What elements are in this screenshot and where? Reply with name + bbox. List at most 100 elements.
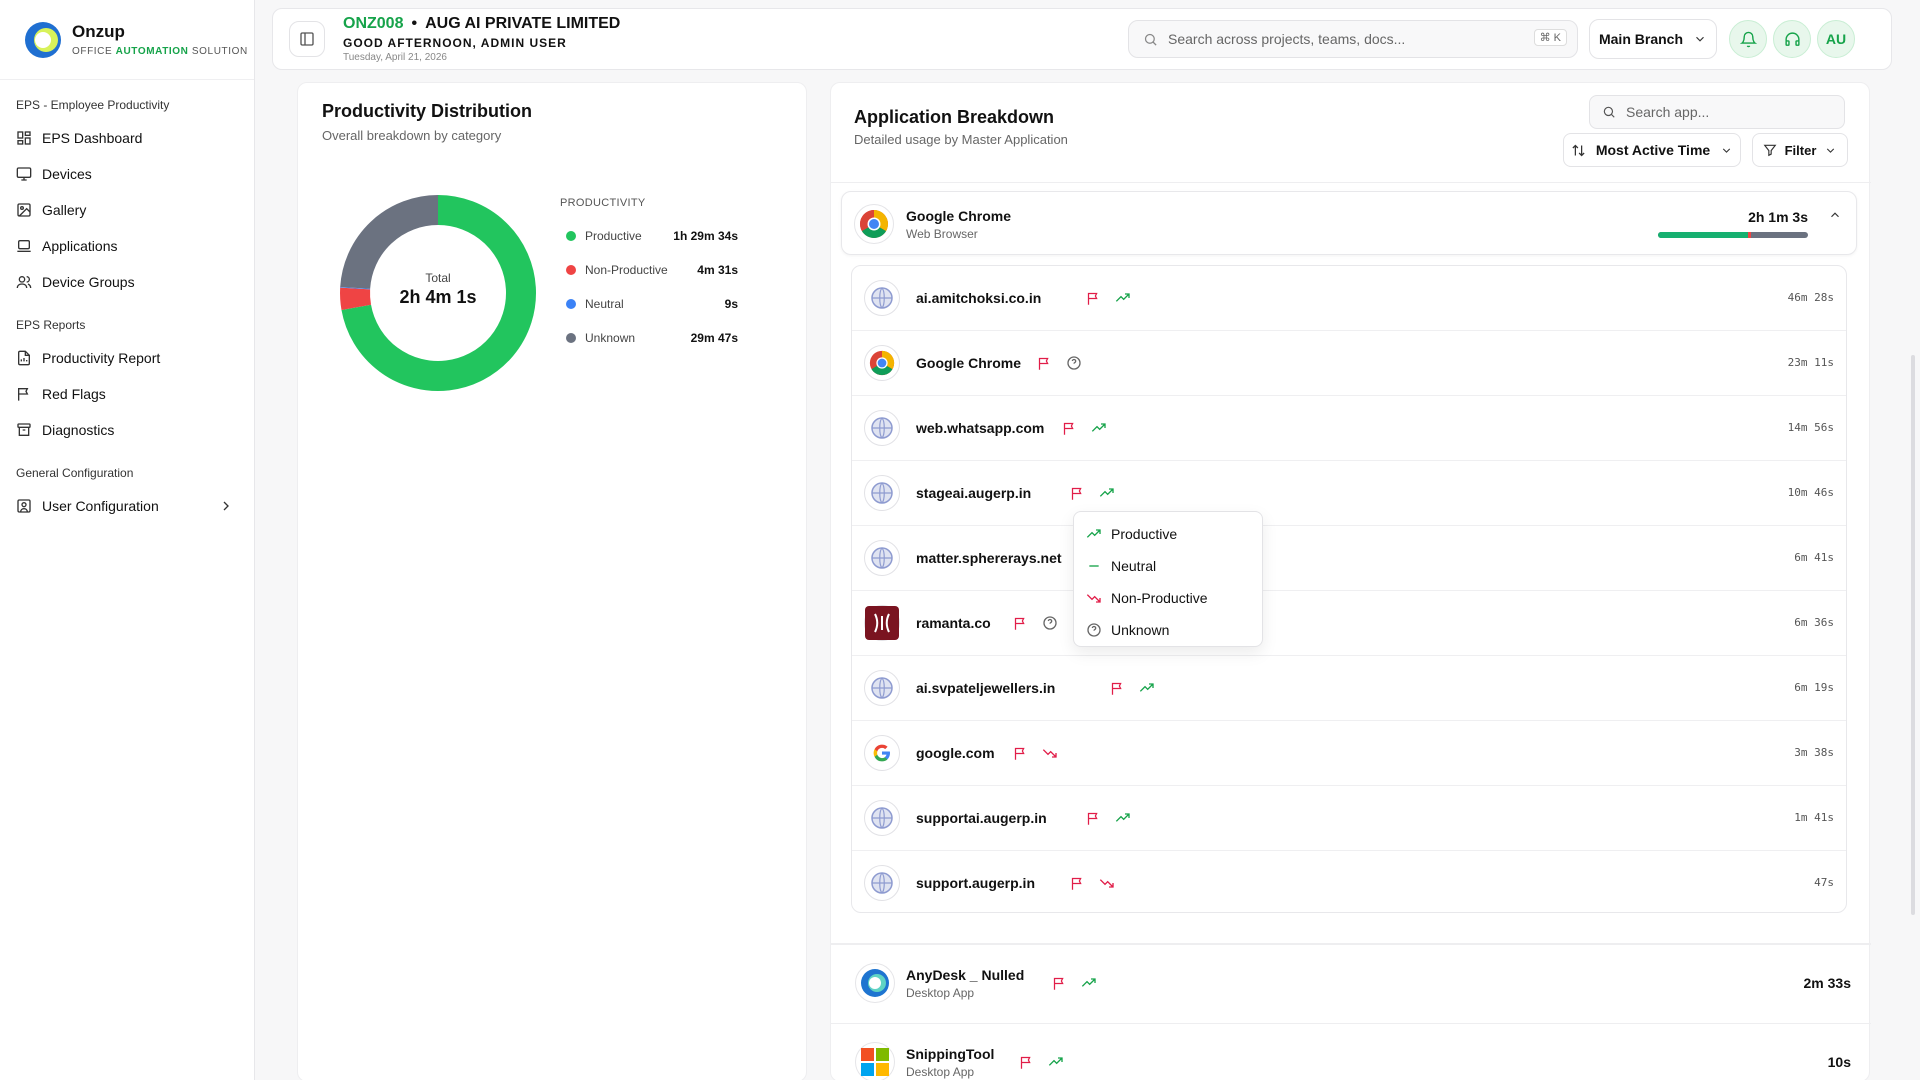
menu-item-neutral[interactable]: Neutral [1074,550,1262,582]
support-button[interactable] [1773,20,1811,58]
trending-up-icon[interactable] [1081,975,1097,991]
sidebar-item-device-groups[interactable]: Device Groups [0,264,254,300]
brand-tagline: OFFICE AUTOMATION SOLUTION [72,46,248,57]
search-shortcut: ⌘ K [1533,29,1567,46]
sub-app-time: 23m 11s [1787,356,1834,369]
nav-section-title: EPS - Employee Productivity [16,98,170,112]
flag-icon[interactable] [1070,876,1085,891]
sub-app-name: matter.sphererays.net [916,550,1062,566]
flag-icon[interactable] [1062,421,1077,436]
sub-app-row[interactable]: web.whatsapp.com 14m 56s [852,396,1846,461]
app-search[interactable] [1589,95,1845,129]
monitor-icon [16,167,32,181]
sub-app-row[interactable]: supportai.augerp.in 1m 41s [852,786,1846,851]
app-search-input[interactable] [1626,104,1826,120]
flag-icon[interactable] [1110,681,1125,696]
notifications-button[interactable] [1729,20,1767,58]
help-circle-icon[interactable] [1066,355,1082,371]
menu-item-unknown[interactable]: Unknown [1074,614,1262,646]
flag-icon[interactable] [1070,486,1085,501]
trending-up-icon[interactable] [1115,290,1131,306]
usage-bar-productive [1658,232,1748,238]
trending-down-icon[interactable] [1099,875,1115,891]
menu-item-non-productive[interactable]: Non-Productive [1074,582,1262,614]
sort-select[interactable]: Most Active Time [1563,133,1741,167]
sidebar-item-eps-dashboard[interactable]: EPS Dashboard [0,120,254,156]
google-icon [864,735,900,771]
master-app-row[interactable]: AnyDesk _ Nulled Desktop App 2m 33s [831,944,1871,1022]
sub-app-row[interactable]: ai.amitchoksi.co.in 46m 28s [852,266,1846,331]
flag-icon[interactable] [1037,356,1052,371]
sub-app-name: support.augerp.in [916,875,1035,891]
trending-down-icon[interactable] [1042,745,1058,761]
sub-app-row[interactable]: ai.svpateljewellers.in 6m 19s [852,656,1846,721]
trending-up-icon[interactable] [1099,485,1115,501]
sidebar-item-gallery[interactable]: Gallery [0,192,254,228]
globe-icon [864,475,900,511]
sub-app-actions [1013,615,1058,631]
sidebar-item-applications[interactable]: Applications [0,228,254,264]
legend-item-productive: Productive 1h 29m 34s [566,229,738,243]
flag-icon[interactable] [1013,616,1028,631]
brand[interactable]: Onzup OFFICE AUTOMATION SOLUTION [0,0,254,80]
sub-app-row[interactable]: google.com 3m 38s [852,721,1846,786]
help-circle-icon[interactable] [1042,615,1058,631]
menu-item-productive[interactable]: Productive [1074,518,1262,550]
global-search-input[interactable] [1168,31,1518,47]
donut-slice-non-productive[interactable] [340,287,372,311]
search-icon [1603,106,1615,118]
sidebar-item-devices[interactable]: Devices [0,156,254,192]
org-name: AUG AI PRIVATE LIMITED [425,15,621,32]
branch-select[interactable]: Main Branch [1589,19,1717,59]
sub-app-time: 6m 36s [1794,616,1834,629]
legend-dot [566,333,576,343]
sidebar-item-red-flags[interactable]: Red Flags [0,376,254,412]
nav-section-reports: EPS Reports Productivity Report Red Flag… [0,300,254,448]
trending-up-icon[interactable] [1048,1054,1064,1070]
sub-app-row[interactable]: matter.sphererays.net 6m 41s [852,526,1846,591]
users-icon [16,276,32,289]
productivity-status-menu: Productive Neutral Non-Productive Unknow… [1073,511,1263,647]
org-info: ONZ008 • AUG AI PRIVATE LIMITED GOOD AFT… [343,15,620,63]
legend-item-non-productive: Non-Productive 4m 31s [566,263,738,277]
flag-icon[interactable] [1019,1055,1034,1070]
minus-icon [1089,565,1099,567]
sidebar-item-productivity-report[interactable]: Productivity Report [0,340,254,376]
sub-app-actions [1086,290,1131,306]
page-scrollbar[interactable] [1911,355,1915,915]
sub-app-row[interactable]: Google Chrome 23m 11s [852,331,1846,396]
sub-app-row[interactable]: stageai.augerp.in 10m 46s [852,461,1846,526]
sub-app-actions [1086,810,1131,826]
global-search[interactable]: ⌘ K [1128,20,1578,58]
sort-label: Most Active Time [1595,142,1711,158]
greeting: GOOD AFTERNOON, ADMIN USER [343,36,567,50]
toggle-sidebar-button[interactable] [289,21,325,57]
flag-icon[interactable] [1086,811,1101,826]
flag-icon[interactable] [1086,291,1101,306]
sidebar-item-user-configuration[interactable]: User Configuration [0,488,254,524]
sub-app-time: 6m 41s [1794,551,1834,564]
master-app-name: AnyDesk _ Nulled [906,967,1025,983]
trending-up-icon[interactable] [1091,420,1107,436]
sub-app-actions [1062,420,1107,436]
user-avatar[interactable]: AU [1817,20,1855,58]
application-breakdown-panel: Application Breakdown Detailed usage by … [830,82,1871,1080]
master-app-row[interactable]: Google Chrome Web Browser 2h 1m 3s [841,191,1857,255]
filter-button[interactable]: Filter [1752,133,1848,167]
sub-app-name: google.com [916,745,995,761]
trending-up-icon[interactable] [1115,810,1131,826]
flag-icon[interactable] [1013,746,1028,761]
sub-app-row[interactable]: support.augerp.in 47s [852,851,1846,912]
master-app-row[interactable]: SnippingTool Desktop App 10s [831,1023,1871,1080]
donut-center-value: 2h 4m 1s [399,287,477,307]
trending-up-icon[interactable] [1139,680,1155,696]
flag-icon[interactable] [1052,976,1067,991]
sub-app-name: ai.svpateljewellers.in [916,680,1056,696]
brand-name: Onzup [72,22,125,41]
chevron-up-icon[interactable] [1828,208,1842,222]
globe-icon [864,670,900,706]
sub-app-row[interactable]: ramanta.co 6m 36s [852,591,1846,656]
sub-app-name: web.whatsapp.com [916,420,1045,436]
sidebar-item-diagnostics[interactable]: Diagnostics [0,412,254,448]
panel-title: Application Breakdown [854,107,1055,127]
